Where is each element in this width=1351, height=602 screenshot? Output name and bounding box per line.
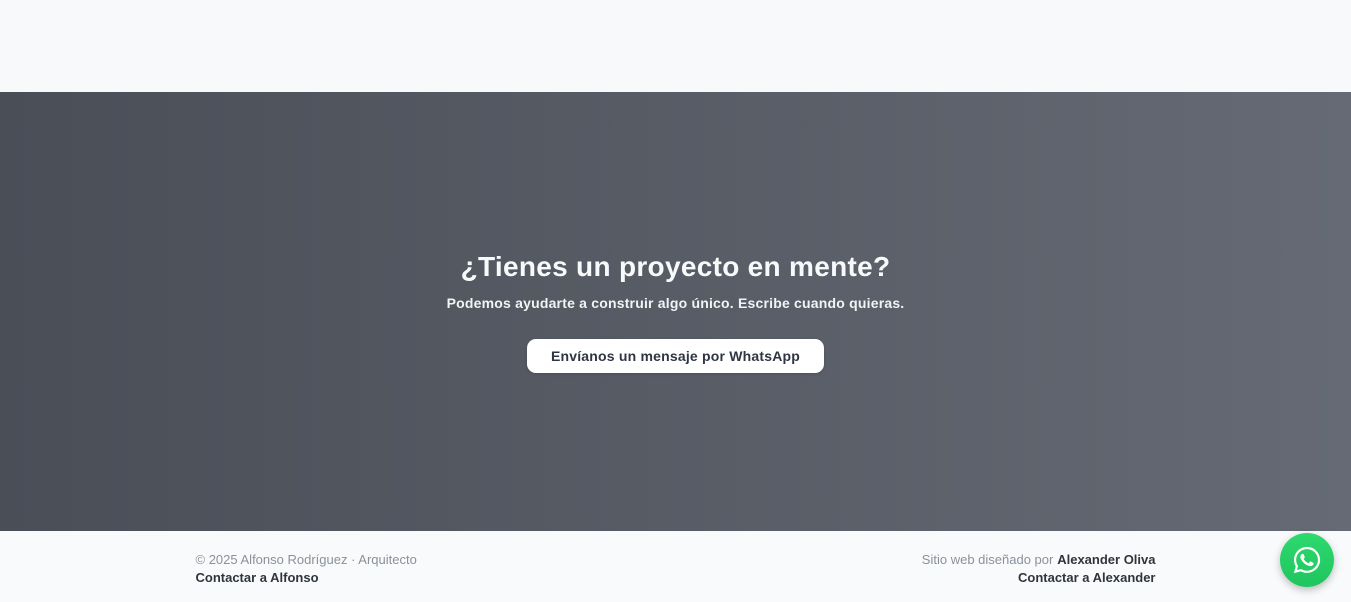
- cta-subtitle: Podemos ayudarte a construir algo único.…: [446, 294, 905, 311]
- contact-alfonso-link[interactable]: Contactar a Alfonso: [196, 569, 319, 587]
- designed-by-line: Sitio web diseñado por Alexander Oliva: [922, 551, 1156, 569]
- cta-title: ¿Tienes un proyecto en mente?: [460, 250, 891, 282]
- footer-right-column: Sitio web diseñado por Alexander Oliva Co…: [922, 551, 1156, 587]
- whatsapp-floating-button[interactable]: [1280, 533, 1334, 587]
- footer: © 2025 Alfonso Rodríguez · Arquitecto Co…: [0, 531, 1351, 602]
- cta-section: ¿Tienes un proyecto en mente? Podemos ay…: [0, 92, 1351, 531]
- designed-by-prefix: Sitio web diseñado por: [921, 552, 1054, 567]
- footer-left-column: © 2025 Alfonso Rodríguez · Arquitecto Co…: [196, 551, 417, 587]
- page: ¿Tienes un proyecto en mente? Podemos ay…: [0, 0, 1351, 602]
- top-strip: [0, 0, 1351, 92]
- whatsapp-icon: [1292, 545, 1322, 575]
- copyright-text: © 2025 Alfonso Rodríguez · Arquitecto: [195, 552, 417, 567]
- designer-name: Alexander Oliva: [1057, 552, 1156, 567]
- footer-inner: © 2025 Alfonso Rodríguez · Arquitecto Co…: [196, 531, 1156, 587]
- whatsapp-message-button[interactable]: Envíanos un mensaje por WhatsApp: [526, 338, 825, 373]
- contact-alexander-link[interactable]: Contactar a Alexander: [1018, 569, 1156, 587]
